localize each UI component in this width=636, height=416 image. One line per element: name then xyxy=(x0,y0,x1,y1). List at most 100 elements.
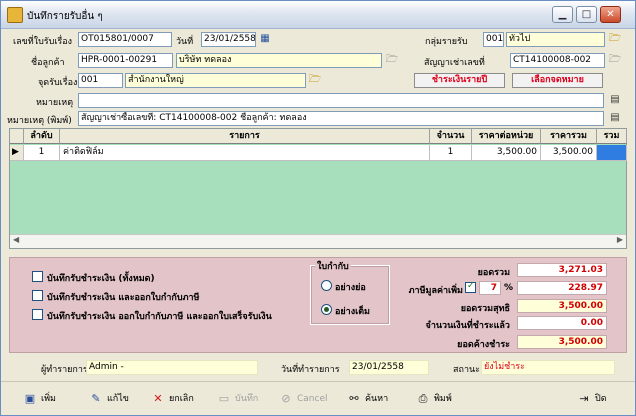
date-label: วันที่ xyxy=(176,37,194,47)
note-label: หมายเหตุ xyxy=(36,98,74,108)
chk-pay-tax-receipt[interactable] xyxy=(32,309,43,320)
doc-no-field[interactable]: OT015801/0007 xyxy=(78,32,172,47)
folder-icon[interactable]: 🗁 xyxy=(608,53,622,66)
binoculars-icon: ⚯ xyxy=(349,391,359,405)
state-label: สถานะ xyxy=(453,365,480,375)
cell-unit-price[interactable]: 3,500.00 xyxy=(472,145,541,161)
exit-button[interactable]: ⇥ ปิด xyxy=(577,390,606,408)
point-code-field[interactable]: 001 xyxy=(78,73,123,88)
paid-label: จำนวนเงินที่ชำระแล้ว xyxy=(425,321,510,331)
note-print-label: หมายเหตุ (พิมพ์) xyxy=(7,116,72,126)
new-document-icon: ▣ xyxy=(24,391,36,405)
net-label: ยอดรวมสุทธิ xyxy=(460,304,510,314)
chk-pay-all[interactable] xyxy=(32,271,43,282)
void-button[interactable]: ✕ ยกเลิก xyxy=(151,390,193,408)
cell-qty[interactable]: 1 xyxy=(430,145,472,161)
main-window: บันทึกรายรับอื่น ๆ ▁ □ ✕ เลขที่ใบรับเรื่… xyxy=(0,0,636,416)
radio-full[interactable] xyxy=(321,304,332,315)
contract-label: สัญญาเช่าเลขที่ xyxy=(424,58,485,68)
sum-label: ยอดรวม xyxy=(477,268,510,278)
vat-label: ภาษีมูลค่าเพิ่ม xyxy=(408,286,463,296)
row-indicator[interactable]: ▶ xyxy=(10,145,24,161)
vat-rate-field[interactable]: 7 xyxy=(479,281,501,295)
horizontal-scrollbar[interactable]: ◀ ▶ xyxy=(10,234,626,248)
cell-seq[interactable]: 1 xyxy=(24,145,60,161)
add-button[interactable]: ▣ เพิ่ม xyxy=(23,390,56,408)
point-name-field[interactable]: สำนักงานใหญ่ xyxy=(125,73,306,88)
folder-icon[interactable]: 🗁 xyxy=(308,73,322,86)
col-item-header[interactable]: รายการ xyxy=(60,129,430,144)
save-button[interactable]: ▭ บันทึก xyxy=(217,390,258,408)
folder-icon[interactable]: 🗁 xyxy=(608,32,622,45)
due-label: ยอดค้างชำระ xyxy=(457,340,510,350)
radio-short[interactable] xyxy=(321,280,332,291)
vat-checkbox[interactable] xyxy=(465,281,476,293)
bottom-toolbar: ▣ เพิ่ม ✎ แก้ไข ✕ ยกเลิก ▭ บันทึก ⊘ Cancel ⚯ ค… xyxy=(1,381,635,415)
created-date-field: 23/01/2558 xyxy=(349,360,429,375)
group-label: กลุ่มรายรับ xyxy=(425,37,468,47)
due-value: 3,500.00 xyxy=(517,335,607,349)
search-button[interactable]: ⚯ ค้นหา xyxy=(347,390,388,408)
edit-icon: ✎ xyxy=(91,391,101,405)
invoice-group-title: ใบกำกับ xyxy=(315,259,351,273)
notepad-icon[interactable]: ▤ xyxy=(608,111,622,124)
chk-pay-all-label: บันทึกรับชำระเงิน (ทั้งหมด) xyxy=(47,274,155,284)
note-field[interactable] xyxy=(78,93,604,108)
scroll-left-icon[interactable]: ◀ xyxy=(13,235,19,244)
chk-pay-tax[interactable] xyxy=(32,290,43,301)
exit-door-icon: ⇥ xyxy=(579,391,589,405)
doc-no-label: เลขที่ใบรับเรื่อง xyxy=(13,37,73,47)
cancel-icon: ⊘ xyxy=(281,391,291,405)
group-code-field[interactable]: 001 xyxy=(483,32,504,47)
customer-code-field[interactable]: HPR-0001-00291 xyxy=(78,53,173,68)
row-indicator-header xyxy=(10,129,24,144)
paid-value: 0.00 xyxy=(517,316,607,330)
state-field: ยังไม่ชำระ xyxy=(481,360,615,375)
col-unit-price-header[interactable]: ราคาต่อหน่วย xyxy=(472,129,541,144)
point-label: จุดรับเรื่อง xyxy=(38,78,78,88)
created-date-label: วันที่ทำรายการ xyxy=(281,365,340,375)
chk-pay-tax-label: บันทึกรับชำระเงิน และออกใบกำกับภาษี xyxy=(47,293,200,303)
maximize-button[interactable]: □ xyxy=(576,6,597,23)
col-qty-header[interactable]: จำนวน xyxy=(430,129,472,144)
minimize-button[interactable]: ▁ xyxy=(552,6,573,23)
note-print-field[interactable]: สัญญาเช่าซื้อเลขที่: CT14100008-002 ชื่อ… xyxy=(78,111,604,126)
print-button[interactable]: ⎙ พิมพ์ xyxy=(416,390,452,408)
chk-pay-tax-receipt-label: บันทึกรับชำระเงิน ออกใบกำกับภาษี และออกใ… xyxy=(47,312,272,322)
col-seq-header[interactable]: ลำดับ xyxy=(24,129,60,144)
edit-button[interactable]: ✎ แก้ไข xyxy=(89,390,129,408)
col-vat-header[interactable]: รวมภาษี xyxy=(597,129,627,144)
title-bar[interactable]: บันทึกรายรับอื่น ๆ ▁ □ ✕ xyxy=(1,1,635,29)
items-grid[interactable]: ลำดับ รายการ จำนวน ราคาต่อหน่วย ราคารวม … xyxy=(9,128,627,249)
save-icon: ▭ xyxy=(218,391,230,405)
customer-label: ชื่อลูกค้า xyxy=(31,58,65,68)
notepad-icon[interactable]: ▤ xyxy=(608,93,622,106)
status-bar: ผู้ทำรายการ Admin - วันที่ทำรายการ 23/01… xyxy=(1,356,635,380)
pay-yearly-button[interactable]: ชำระเงินรายปี xyxy=(414,73,505,88)
creator-label: ผู้ทำรายการ xyxy=(41,365,88,375)
calendar-icon[interactable]: ▦ xyxy=(258,32,272,45)
col-total-header[interactable]: ราคารวม xyxy=(541,129,597,144)
x-icon: ✕ xyxy=(153,391,163,405)
radio-full-label: อย่างเต็ม xyxy=(335,307,370,317)
creator-field: Admin - xyxy=(86,360,258,375)
printer-icon: ⎙ xyxy=(418,391,428,405)
cell-total[interactable]: 3,500.00 xyxy=(541,145,597,161)
select-notice-button[interactable]: เลือกจดหมาย xyxy=(512,73,603,88)
scroll-right-icon[interactable]: ▶ xyxy=(617,235,623,244)
date-field[interactable]: 23/01/2558 xyxy=(201,32,256,47)
customer-name-field[interactable]: บริษัท ทดลอง xyxy=(176,53,382,68)
cancel-button[interactable]: ⊘ Cancel xyxy=(279,390,327,408)
app-icon xyxy=(7,7,23,23)
radio-short-label: อย่างย่อ xyxy=(335,283,366,293)
payment-panel: บันทึกรับชำระเงิน (ทั้งหมด) บันทึกรับชำร… xyxy=(9,257,627,353)
cell-vat[interactable] xyxy=(597,145,627,161)
close-window-button[interactable]: ✕ xyxy=(600,6,621,23)
contract-no-field[interactable]: CT14100008-002 xyxy=(510,53,605,68)
folder-icon[interactable]: 🗁 xyxy=(385,53,399,66)
vat-value: 228.97 xyxy=(517,281,607,295)
window-title: บันทึกรายรับอื่น ๆ xyxy=(27,11,103,22)
group-name-field[interactable]: ทั่วไป xyxy=(506,32,605,47)
cell-item[interactable]: ค่าติดฟิล์ม xyxy=(60,145,430,161)
sum-value: 3,271.03 xyxy=(517,263,607,277)
